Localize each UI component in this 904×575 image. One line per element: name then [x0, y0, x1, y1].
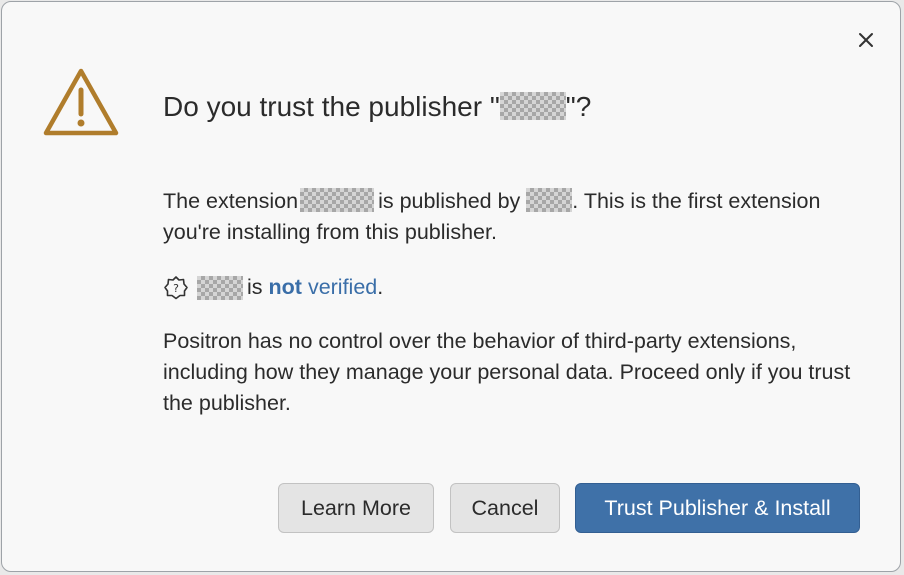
cancel-button[interactable]: Cancel [450, 483, 560, 533]
close-icon[interactable] [853, 27, 879, 53]
verified-link[interactable]: verified [308, 272, 377, 303]
verification-status: ? is not verified. [163, 272, 383, 303]
verify-not: not [268, 275, 302, 299]
learn-more-button[interactable]: Learn More [278, 483, 434, 533]
svg-text:?: ? [173, 282, 179, 295]
redacted-publisher-short [197, 275, 243, 300]
verify-is: is [247, 275, 263, 299]
unverified-badge-icon: ? [163, 275, 189, 301]
warning-triangle-icon [42, 66, 120, 138]
extension-info-text: The extension is published by . This is t… [163, 186, 873, 248]
extension-text-1: The extension [163, 189, 299, 213]
title-prefix: Do you trust the publisher " [163, 91, 500, 122]
warning-body-text: Positron has no control over the behavio… [163, 329, 851, 415]
extension-text-2: is published by [378, 189, 521, 213]
verify-period: . [377, 275, 384, 299]
title-suffix: "? [565, 91, 592, 122]
redacted-publisher-name [499, 92, 566, 120]
dialog-title: Do you trust the publisher " "? [163, 91, 591, 123]
trust-publisher-install-button[interactable]: Trust Publisher & Install [575, 483, 860, 533]
redacted-extension-name [300, 188, 375, 212]
trust-publisher-dialog: Do you trust the publisher " "? The exten… [1, 1, 901, 572]
redacted-publisher [526, 188, 573, 212]
